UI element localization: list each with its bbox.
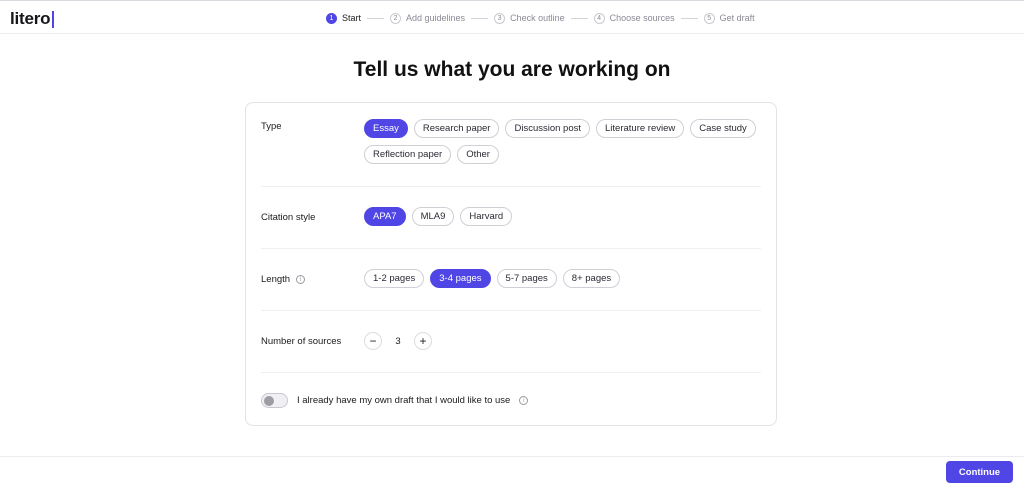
step-label: Start [342,13,362,23]
footer-divider [0,456,1024,457]
decrement-button[interactable]: − [364,332,382,350]
step-label: Get draft [719,13,755,23]
step-get-draft: 5 Get draft [703,12,755,24]
step-label: Choose sources [609,13,675,23]
own-draft-toggle[interactable] [261,393,288,408]
logo-text: litero [10,9,51,28]
step-connector [367,17,385,19]
citation-option-harvard[interactable]: Harvard [460,207,513,226]
sources-count: 3 [395,335,401,347]
step-number: 4 [593,12,605,24]
citation-style-options: APA7 MLA9 Harvard [364,207,764,226]
own-draft-label: I already have my own draft that I would… [297,395,511,406]
logo[interactable]: litero [10,9,54,29]
length-label: Length [261,274,291,285]
progress-stepper: 1 Start 2 Add guidelines 3 Check outline… [326,12,755,24]
step-number: 1 [326,12,337,24]
type-option-other[interactable]: Other [457,145,499,164]
type-option-research-paper[interactable]: Research paper [413,119,500,138]
info-icon[interactable]: i [296,275,306,284]
type-option-reflection-paper[interactable]: Reflection paper [364,145,452,164]
page-title: Tell us what you are working on [353,58,671,81]
type-options: Essay Research paper Discussion post Lit… [364,119,764,164]
type-option-discussion-post[interactable]: Discussion post [505,119,591,138]
toggle-knob [264,396,274,406]
length-option-1-2-pages[interactable]: 1-2 pages [364,269,425,288]
top-bar: litero 1 Start 2 Add guidelines 3 Check … [0,0,1024,34]
length-option-3-4-pages[interactable]: 3-4 pages [430,269,491,288]
length-label-group: Length i [261,274,306,285]
number-of-sources-label: Number of sources [261,336,342,347]
step-number: 2 [390,12,402,24]
length-options: 1-2 pages 3-4 pages 5-7 pages 8+ pages [364,269,764,288]
citation-option-apa7[interactable]: APA7 [364,207,406,226]
step-number: 5 [703,12,715,24]
citation-option-mla9[interactable]: MLA9 [411,207,455,226]
step-add-guidelines: 2 Add guidelines [390,12,466,24]
step-connector [570,17,588,19]
step-choose-sources: 4 Choose sources [593,12,675,24]
step-label: Check outline [510,13,565,23]
step-connector [680,17,698,19]
divider [261,310,761,311]
length-option-8-plus-pages[interactable]: 8+ pages [562,269,621,288]
divider [261,186,761,187]
project-form-card: Type Essay Research paper Discussion pos… [245,102,777,426]
type-option-essay[interactable]: Essay [364,119,408,138]
step-start: 1 Start [326,12,362,24]
type-label: Type [261,121,282,132]
type-option-case-study[interactable]: Case study [690,119,756,138]
step-check-outline: 3 Check outline [494,12,565,24]
continue-button[interactable]: Continue [946,461,1013,483]
step-label: Add guidelines [406,13,466,23]
divider [261,372,761,373]
increment-button[interactable]: + [414,332,432,350]
own-draft-row: I already have my own draft that I would… [261,393,529,408]
citation-style-label: Citation style [261,212,316,223]
type-option-literature-review[interactable]: Literature review [596,119,685,138]
logo-cursor [52,10,54,28]
length-option-5-7-pages[interactable]: 5-7 pages [496,269,557,288]
step-connector [471,17,489,19]
step-number: 3 [494,12,506,24]
sources-stepper: − 3 + [364,332,432,350]
divider [261,248,761,249]
info-icon[interactable]: i [519,396,529,405]
